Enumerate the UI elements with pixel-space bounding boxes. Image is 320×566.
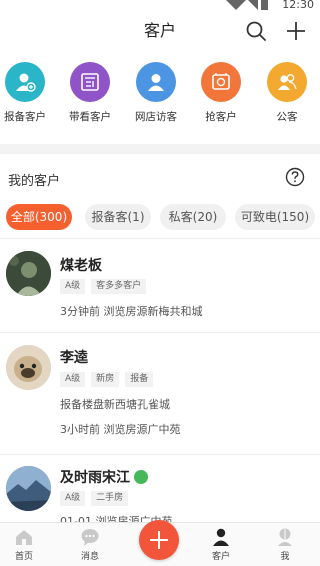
- section-header: 我的客户: [0, 158, 320, 198]
- page-title: 客户: [143, 21, 176, 40]
- status-time: 12:30: [282, 0, 314, 11]
- quick-action-visitors[interactable]: 网店访客: [125, 62, 187, 124]
- add-button[interactable]: [139, 520, 179, 560]
- question-icon[interactable]: [285, 167, 305, 187]
- tab-label: 首页: [14, 552, 33, 562]
- quick-action-grab[interactable]: 抢客户: [190, 62, 252, 124]
- tab-private[interactable]: 私客(20): [160, 204, 226, 230]
- nav-bar: 客户: [0, 12, 320, 50]
- badge: A级: [60, 372, 86, 387]
- user-icon: [136, 62, 176, 102]
- quick-action-viewing[interactable]: 带看客户: [59, 62, 121, 124]
- customer-name: 及时雨宋江: [60, 467, 148, 487]
- tab-all[interactable]: 全部(300): [6, 204, 72, 230]
- calendar-icon: [70, 62, 110, 102]
- badge: 二手房: [91, 491, 129, 506]
- quick-action-label: 公客: [276, 111, 298, 123]
- tab-reported[interactable]: 报备客(1): [85, 204, 151, 230]
- customer-row[interactable]: 煤老板 A级 客多多客户 3分钟前 浏览房源新梅共和城: [0, 238, 320, 332]
- plus-icon-bar: [150, 539, 168, 541]
- customer-activity: 3分钟前 浏览房源新梅共和城: [60, 305, 203, 318]
- customer-badges: A级 新房 报备: [60, 372, 159, 387]
- avatar: [6, 251, 51, 296]
- quick-action-report[interactable]: 报备客户: [0, 62, 56, 124]
- quick-actions: 报备客户 带看客户 网店访客 抢客户 公客: [0, 62, 320, 138]
- customer-activity: 3小时前 浏览房源广中苑: [60, 423, 181, 436]
- tab-messages[interactable]: 消息: [70, 527, 110, 562]
- quick-action-label: 抢客户: [205, 111, 237, 123]
- badge: A级: [60, 279, 86, 294]
- tab-customers[interactable]: 客户: [201, 527, 241, 562]
- customer-activity: 报备楼盘新西塘孔雀城: [60, 398, 170, 411]
- badge: A级: [60, 491, 86, 506]
- search-icon[interactable]: [245, 20, 267, 42]
- tab-me[interactable]: 我: [265, 527, 305, 562]
- filter-tabs: 全部(300) 报备客(1) 私客(20) 可致电(150): [0, 204, 320, 230]
- customer-name-text: 及时雨宋江: [60, 470, 130, 486]
- avatar: [6, 466, 51, 511]
- message-icon: [81, 529, 99, 546]
- wechat-icon: [134, 470, 148, 484]
- badge: 新房: [91, 372, 120, 387]
- tab-callable[interactable]: 可致电(150): [235, 204, 315, 230]
- section-divider: [0, 144, 320, 154]
- customer-badges: A级 客多多客户: [60, 279, 152, 294]
- signal-icon: [226, 0, 268, 10]
- customer-name: 煤老板: [60, 258, 102, 274]
- section-title: 我的客户: [8, 174, 61, 189]
- customer-name: 李逵: [60, 350, 88, 366]
- customer-row[interactable]: 李逵 A级 新房 报备 报备楼盘新西塘孔雀城 3小时前 浏览房源广中苑: [0, 332, 320, 454]
- customer-row[interactable]: 及时雨宋江 A级二手房 01-01 浏览房源广中苑: [0, 454, 320, 528]
- home-icon: [16, 530, 32, 545]
- quick-action-label: 报备客户: [4, 111, 46, 123]
- avatar: [6, 345, 51, 390]
- customer-icon: [213, 528, 229, 546]
- tab-label: 消息: [80, 552, 99, 562]
- plus-icon[interactable]: [285, 20, 307, 42]
- quick-action-public[interactable]: 公客: [256, 62, 318, 124]
- tab-label: 客户: [211, 552, 230, 562]
- status-bar: 12:30: [0, 0, 320, 12]
- badge: 报备: [125, 372, 154, 387]
- phone-icon: [201, 62, 241, 102]
- user-add-icon: [5, 62, 45, 102]
- quick-action-label: 带看客户: [69, 111, 111, 123]
- badge: 客多多客户: [91, 279, 147, 294]
- customer-badges: A级 二手房: [60, 491, 134, 506]
- tab-home[interactable]: 首页: [4, 527, 44, 562]
- group-icon: [267, 62, 307, 102]
- quick-action-label: 网店访客: [135, 111, 177, 123]
- me-icon: [278, 528, 292, 546]
- tab-label: 我: [280, 552, 290, 562]
